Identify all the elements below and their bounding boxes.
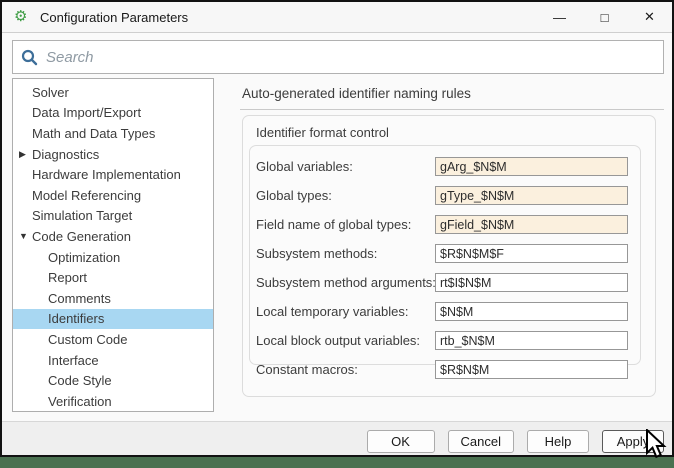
identifier-format-control-group: Identifier format control Global variabl…	[242, 115, 656, 397]
maximize-button[interactable]: □	[582, 2, 627, 32]
global-variables-input[interactable]	[435, 157, 628, 176]
ok-button[interactable]: OK	[366, 430, 435, 453]
sidebar-item-hardware-implementation[interactable]: Hardware Implementation	[13, 164, 213, 185]
field-name-of-global-types-input[interactable]	[435, 215, 628, 234]
configuration-parameters-dialog: ⚙ Configuration Parameters — □ ✕ Solver …	[0, 0, 674, 457]
sidebar-item-label: Interface	[48, 352, 99, 368]
sidebar-item-optimization[interactable]: Optimization	[13, 247, 213, 268]
search-icon	[21, 49, 38, 66]
gear-icon: ⚙	[14, 8, 28, 25]
page-title: Auto-generated identifier naming rules	[242, 86, 471, 101]
field-row: Subsystem method arguments:	[256, 268, 628, 297]
field-label: Subsystem method arguments:	[256, 275, 436, 290]
footer-bar: OK Cancel Help Apply	[2, 421, 672, 455]
search-input[interactable]	[44, 47, 663, 67]
collapsed-arrow-icon[interactable]: ▶	[19, 149, 32, 160]
sidebar-item-label: Hardware Implementation	[32, 167, 181, 183]
field-label: Field name of global types:	[256, 217, 412, 232]
sidebar-item-report[interactable]: Report	[13, 267, 213, 288]
field-row: Global variables:	[256, 152, 628, 181]
minimize-button[interactable]: —	[537, 2, 582, 32]
sidebar-item-code-style[interactable]: Code Style	[13, 370, 213, 391]
window-title: Configuration Parameters	[40, 9, 189, 25]
sidebar-item-label: Custom Code	[48, 331, 128, 347]
field-label: Subsystem methods:	[256, 246, 378, 261]
sidebar-item-label: Math and Data Types	[32, 125, 156, 141]
field-row: Subsystem methods:	[256, 239, 628, 268]
subsystem-methods-input[interactable]	[435, 244, 628, 263]
close-button[interactable]: ✕	[627, 2, 672, 32]
sidebar-item-label: Diagnostics	[32, 146, 100, 162]
field-row: Field name of global types:	[256, 210, 628, 239]
constant-macros-input[interactable]	[435, 360, 628, 379]
screen: ⚙ Configuration Parameters — □ ✕ Solver …	[0, 0, 674, 468]
heading-separator	[240, 109, 664, 110]
sidebar-item-label: Identifiers	[48, 311, 105, 327]
field-label: Global types:	[256, 188, 332, 203]
sidebar-item-label: Report	[48, 270, 88, 286]
sidebar-item-label: Solver	[32, 84, 69, 100]
sidebar-item-label: Verification	[48, 393, 112, 409]
sidebar-item-interface[interactable]: Interface	[13, 350, 213, 371]
apply-button[interactable]: Apply	[602, 430, 664, 453]
dialog-buttons: OK Cancel Help Apply	[366, 430, 664, 453]
sidebar-item-diagnostics[interactable]: ▶ Diagnostics	[13, 144, 213, 165]
field-row: Global types:	[256, 181, 628, 210]
sidebar-item-comments[interactable]: Comments	[13, 288, 213, 309]
sidebar-item-code-generation[interactable]: ▼ Code Generation	[13, 226, 213, 247]
sidebar-item-model-referencing[interactable]: Model Referencing	[13, 185, 213, 206]
sidebar-item-label: Model Referencing	[32, 187, 142, 203]
sidebar-item-verification[interactable]: Verification	[13, 391, 213, 411]
maximize-icon: □	[600, 9, 609, 25]
sidebar-item-label: Simulation Target	[32, 208, 133, 224]
close-icon: ✕	[644, 9, 655, 24]
sidebar-item-data-import-export[interactable]: Data Import/Export	[13, 103, 213, 124]
help-button[interactable]: Help	[527, 430, 589, 453]
field-label: Global variables:	[256, 159, 353, 174]
field-label: Local temporary variables:	[256, 304, 409, 319]
sidebar-item-solver[interactable]: Solver	[13, 82, 213, 103]
minimize-icon: —	[553, 9, 566, 25]
field-row: Local block output variables:	[256, 326, 628, 355]
sidebar-item-simulation-target[interactable]: Simulation Target	[13, 206, 213, 227]
local-block-output-variables-input[interactable]	[435, 331, 628, 350]
field-row: Constant macros:	[256, 355, 628, 384]
sidebar-item-label: Optimization	[48, 249, 121, 265]
sidebar-item-math-and-data-types[interactable]: Math and Data Types	[13, 123, 213, 144]
field-label: Local block output variables:	[256, 333, 421, 348]
local-temporary-variables-input[interactable]	[435, 302, 628, 321]
main-panel: Auto-generated identifier naming rules I…	[240, 78, 664, 397]
sidebar-item-label: Code Style	[48, 373, 112, 389]
field-row: Local temporary variables:	[256, 297, 628, 326]
field-label: Constant macros:	[256, 362, 358, 377]
sidebar-item-identifiers[interactable]: Identifiers	[13, 308, 213, 330]
sidebar-item-label: Comments	[48, 290, 111, 306]
sidebar-item-label: Data Import/Export	[32, 105, 142, 121]
global-types-input[interactable]	[435, 186, 628, 205]
sidebar-item-label: Code Generation	[32, 228, 132, 244]
subsystem-method-arguments-input[interactable]	[435, 273, 628, 292]
search-box[interactable]	[12, 40, 664, 74]
window-controls: — □ ✕	[537, 2, 672, 32]
cancel-button[interactable]: Cancel	[447, 430, 514, 453]
group-title: Identifier format control	[256, 125, 389, 140]
identifier-fields-box: Global variables: Global types: Field na…	[249, 145, 641, 379]
expanded-arrow-icon[interactable]: ▼	[19, 231, 32, 241]
title-bar[interactable]: ⚙ Configuration Parameters — □ ✕	[2, 2, 672, 33]
sidebar-item-custom-code[interactable]: Custom Code	[13, 329, 213, 350]
settings-tree: Solver Data Import/Export Math and Data …	[12, 78, 214, 412]
